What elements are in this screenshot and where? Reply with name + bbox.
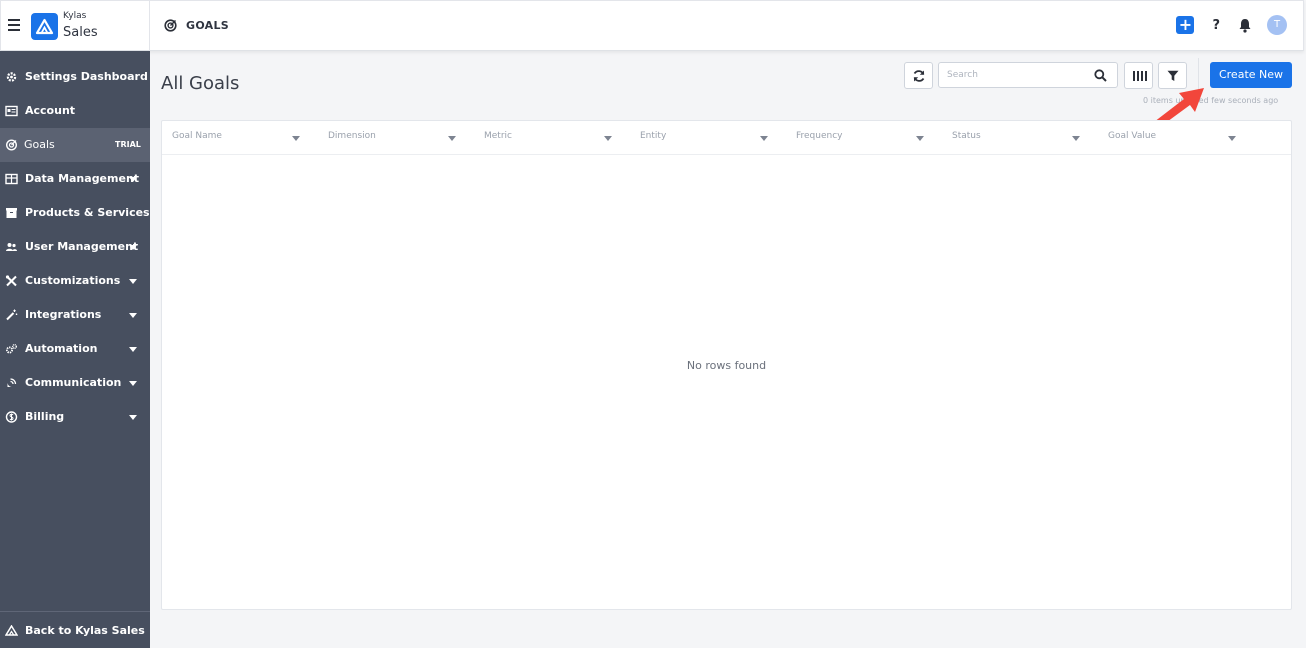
table-header: Goal Name Dimension Metric Entity Freque… bbox=[162, 121, 1291, 155]
trial-badge: TRIAL bbox=[115, 140, 141, 149]
sidebar-item-label: Settings Dashboard bbox=[25, 70, 148, 83]
users-icon bbox=[6, 243, 17, 251]
column-header-frequency[interactable]: Frequency bbox=[786, 121, 942, 154]
sidebar-item-label: Data Management bbox=[25, 172, 140, 185]
chevron-down-icon bbox=[129, 347, 137, 352]
caret-down-icon bbox=[760, 136, 768, 141]
help-icon[interactable]: ? bbox=[1212, 18, 1220, 33]
caret-down-icon bbox=[448, 136, 456, 141]
cogs-icon bbox=[6, 344, 17, 354]
sidebar-item-label: Customizations bbox=[25, 274, 121, 287]
column-header-goal-name[interactable]: Goal Name bbox=[162, 121, 318, 154]
chevron-down-icon bbox=[129, 415, 137, 420]
caret-down-icon bbox=[916, 136, 924, 141]
columns-icon-bar bbox=[1141, 71, 1143, 81]
bell-icon[interactable] bbox=[1238, 18, 1252, 33]
sidebar: Settings Dashboard Account Goals TRIAL D… bbox=[0, 51, 150, 648]
column-header-label: Metric bbox=[484, 131, 512, 141]
goals-table: Goal Name Dimension Metric Entity Freque… bbox=[161, 120, 1292, 610]
sidebar-item-communication[interactable]: Communication bbox=[0, 366, 150, 400]
chevron-down-icon bbox=[129, 245, 137, 250]
column-header-label: Dimension bbox=[328, 131, 376, 141]
sidebar-item-billing[interactable]: Billing bbox=[0, 400, 150, 434]
chevron-down-icon bbox=[129, 279, 137, 284]
sidebar-item-settings-dashboard[interactable]: Settings Dashboard bbox=[0, 60, 150, 94]
sidebar-item-data-management[interactable]: Data Management bbox=[0, 162, 150, 196]
column-header-metric[interactable]: Metric bbox=[474, 121, 630, 154]
box-icon bbox=[6, 208, 17, 218]
id-card-icon bbox=[5, 105, 18, 117]
column-header-label: Entity bbox=[640, 131, 667, 141]
create-new-button[interactable]: Create New bbox=[1210, 62, 1292, 88]
sidebar-item-label: Products & Services bbox=[25, 206, 150, 219]
search-box bbox=[938, 62, 1118, 88]
target-icon bbox=[5, 139, 18, 151]
tools-icon bbox=[5, 275, 17, 287]
column-header-status[interactable]: Status bbox=[942, 121, 1098, 154]
target-icon bbox=[164, 19, 177, 32]
columns-icon-bar bbox=[1133, 71, 1135, 81]
sidebar-item-user-management[interactable]: User Management bbox=[0, 230, 150, 264]
column-header-label: Goal Name bbox=[172, 131, 222, 141]
chevron-down-icon bbox=[129, 313, 137, 318]
caret-down-icon bbox=[604, 136, 612, 141]
column-header-dimension[interactable]: Dimension bbox=[318, 121, 474, 154]
satellite-icon bbox=[7, 378, 17, 387]
brand-name-bottom: Sales bbox=[63, 25, 98, 40]
caret-down-icon bbox=[1228, 136, 1236, 141]
empty-state-text: No rows found bbox=[686, 359, 767, 372]
coin-icon bbox=[5, 411, 18, 423]
sidebar-item-label: User Management bbox=[25, 240, 139, 253]
table-icon bbox=[5, 173, 18, 185]
sidebar-item-products-services[interactable]: Products & Services bbox=[0, 196, 150, 230]
gear-icon bbox=[6, 72, 17, 82]
sidebar-item-goals[interactable]: Goals TRIAL bbox=[0, 128, 150, 162]
top-right-actions: + ? T bbox=[1176, 15, 1287, 35]
sidebar-item-label: Communication bbox=[25, 376, 122, 389]
chevron-down-icon bbox=[129, 381, 137, 386]
column-header-entity[interactable]: Entity bbox=[630, 121, 786, 154]
avatar[interactable]: T bbox=[1267, 15, 1287, 35]
sidebar-item-label: Billing bbox=[25, 410, 65, 423]
refresh-icon bbox=[913, 70, 925, 82]
sidebar-item-account[interactable]: Account bbox=[0, 94, 150, 128]
sidebar-item-label: Account bbox=[25, 104, 76, 117]
caret-down-icon bbox=[292, 136, 300, 141]
chevron-down-icon bbox=[129, 177, 137, 182]
column-header-label: Frequency bbox=[796, 131, 843, 141]
columns-icon-bar bbox=[1137, 71, 1139, 81]
brand-name-top: Kylas bbox=[63, 11, 87, 21]
columns-icon-bar bbox=[1145, 71, 1147, 81]
refresh-button[interactable] bbox=[904, 62, 933, 89]
sidebar-item-customizations[interactable]: Customizations bbox=[0, 264, 150, 298]
column-header-label: Goal Value bbox=[1108, 131, 1157, 141]
hamburger-menu-icon[interactable] bbox=[8, 19, 20, 31]
sidebar-item-automation[interactable]: Automation bbox=[0, 332, 150, 366]
brand-area: Kylas Sales bbox=[1, 1, 150, 51]
page-title: All Goals bbox=[161, 73, 240, 94]
back-link-label: Back to Kylas Sales bbox=[25, 624, 145, 637]
top-bar: Kylas Sales GOALS + ? T bbox=[0, 0, 1304, 51]
caret-down-icon bbox=[1072, 136, 1080, 141]
kylas-logo-icon bbox=[5, 625, 18, 636]
wand-icon bbox=[6, 309, 18, 321]
sidebar-item-label: Goals bbox=[24, 138, 55, 151]
sidebar-item-integrations[interactable]: Integrations bbox=[0, 298, 150, 332]
breadcrumb: GOALS bbox=[186, 19, 230, 32]
column-header-label: Status bbox=[952, 131, 981, 141]
search-input[interactable] bbox=[947, 67, 1087, 83]
sidebar-item-label: Automation bbox=[25, 342, 98, 355]
column-header-goal-value[interactable]: Goal Value bbox=[1098, 121, 1254, 154]
quick-add-button[interactable]: + bbox=[1176, 16, 1195, 34]
back-to-kylas-sales-link[interactable]: Back to Kylas Sales bbox=[0, 611, 150, 648]
kylas-logo-icon[interactable] bbox=[31, 13, 58, 40]
search-icon[interactable] bbox=[1094, 69, 1107, 82]
sidebar-item-label: Integrations bbox=[25, 308, 102, 321]
filter-icon bbox=[1167, 70, 1179, 81]
